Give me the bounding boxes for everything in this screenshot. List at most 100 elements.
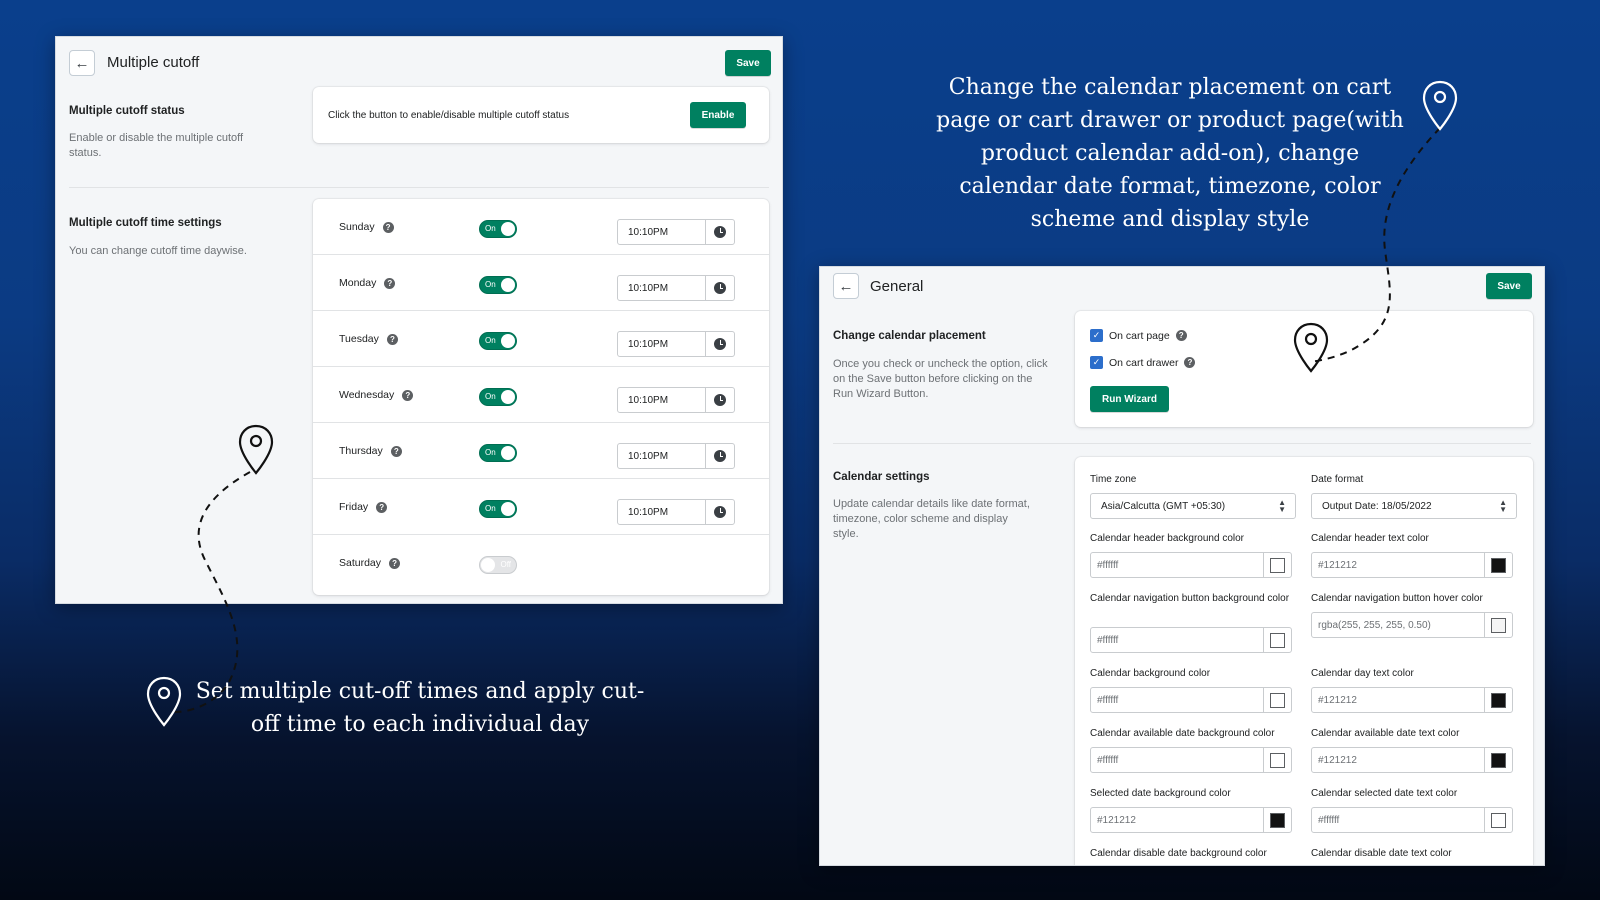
back-button[interactable]: ← xyxy=(833,273,859,299)
question-circle-icon[interactable]: ? xyxy=(390,445,402,457)
color-swatch[interactable] xyxy=(1270,558,1285,573)
color-value: #ffffff xyxy=(1318,815,1340,826)
date-format-select[interactable]: Output Date: 18/05/2022 ▲ ▼ xyxy=(1311,493,1517,519)
day-row-sunday: Sunday? On 10:10PM xyxy=(313,199,769,255)
question-circle-icon[interactable]: ? xyxy=(1184,357,1196,368)
color-field-label: Calendar selected date text color xyxy=(1311,788,1458,799)
clock-icon[interactable] xyxy=(714,282,726,294)
color-swatch[interactable] xyxy=(1270,753,1285,768)
color-swatch[interactable] xyxy=(1270,693,1285,708)
time-value: 10:10PM xyxy=(628,395,669,406)
time-input[interactable]: 10:10PM xyxy=(617,387,735,413)
placement-section-description: Once you check or uncheck the option, cl… xyxy=(833,358,1048,400)
timezone-select[interactable]: Asia/Calcutta (GMT +05:30) ▲ ▼ xyxy=(1090,493,1296,519)
toggle-knob xyxy=(501,222,515,236)
cart-drawer-option[interactable]: ✓ On cart drawer ? xyxy=(1090,356,1196,369)
color-input[interactable]: #ffffff xyxy=(1090,747,1292,773)
time-input[interactable]: 10:10PM xyxy=(617,443,735,469)
color-swatch[interactable] xyxy=(1491,753,1506,768)
color-value: rgba(255, 255, 255, 0.50) xyxy=(1318,620,1431,631)
color-input-separator xyxy=(1263,688,1264,712)
color-value: #121212 xyxy=(1097,815,1136,826)
day-toggle[interactable]: On xyxy=(479,500,517,518)
placement-section-title: Change calendar placement xyxy=(833,330,986,342)
save-button[interactable]: Save xyxy=(1486,273,1532,299)
question-circle-icon[interactable]: ? xyxy=(402,389,414,401)
time-separator xyxy=(705,332,706,356)
time-separator xyxy=(705,220,706,244)
color-value: #121212 xyxy=(1318,695,1357,706)
clock-icon[interactable] xyxy=(714,394,726,406)
day-label: Monday? xyxy=(339,277,396,289)
map-pin-icon xyxy=(238,424,274,475)
question-circle-icon[interactable]: ? xyxy=(1175,330,1187,341)
time-input[interactable]: 10:10PM xyxy=(617,499,735,525)
clock-icon[interactable] xyxy=(714,506,726,518)
color-swatch[interactable] xyxy=(1270,633,1285,648)
question-circle-icon[interactable]: ? xyxy=(386,333,398,345)
color-field-label: Selected date background color xyxy=(1090,788,1231,799)
question-circle-icon[interactable]: ? xyxy=(376,501,388,513)
question-circle-icon[interactable]: ? xyxy=(382,221,394,233)
day-label: Friday? xyxy=(339,501,388,513)
color-input[interactable]: #121212 xyxy=(1311,687,1513,713)
arrow-left-icon: ← xyxy=(838,277,854,295)
color-swatch[interactable] xyxy=(1491,693,1506,708)
time-separator xyxy=(705,444,706,468)
clock-icon[interactable] xyxy=(714,226,726,238)
color-input[interactable]: rgba(255, 255, 255, 0.50) xyxy=(1311,612,1513,638)
color-swatch[interactable] xyxy=(1491,813,1506,828)
calendar-settings-card: Time zone Asia/Calcutta (GMT +05:30) ▲ ▼ … xyxy=(1075,457,1533,865)
day-toggle[interactable]: On xyxy=(479,444,517,462)
toggle-knob xyxy=(481,558,495,572)
cart-page-option[interactable]: ✓ On cart page ? xyxy=(1090,329,1187,342)
color-input-separator xyxy=(1484,808,1485,832)
run-wizard-button[interactable]: Run Wizard xyxy=(1090,386,1169,412)
color-input[interactable]: #121212 xyxy=(1311,747,1513,773)
time-input[interactable]: 10:10PM xyxy=(617,275,735,301)
color-swatch[interactable] xyxy=(1270,813,1285,828)
color-input[interactable]: #121212 xyxy=(1090,807,1292,833)
select-value: Asia/Calcutta (GMT +05:30) xyxy=(1101,501,1226,512)
calendar-section-description: Update calendar details like date format… xyxy=(833,498,1030,540)
time-input[interactable]: 10:10PM xyxy=(617,219,735,245)
color-input[interactable]: #ffffff xyxy=(1090,687,1292,713)
color-input[interactable]: #ffffff xyxy=(1090,627,1292,653)
day-toggle[interactable]: Off xyxy=(479,556,517,574)
calendar-section-title: Calendar settings xyxy=(833,471,930,483)
checkbox-checked[interactable]: ✓ xyxy=(1090,356,1103,369)
day-name: Sunday xyxy=(339,221,375,233)
color-field-label: Calendar navigation button background co… xyxy=(1090,593,1290,604)
map-pin-icon xyxy=(146,676,182,727)
toggle-knob xyxy=(501,334,515,348)
day-toggle[interactable]: On xyxy=(479,388,517,406)
day-toggle[interactable]: On xyxy=(479,332,517,350)
day-label: Tuesday? xyxy=(339,333,398,345)
color-input-separator xyxy=(1263,628,1264,652)
color-swatch[interactable] xyxy=(1491,558,1506,573)
day-toggle[interactable]: On xyxy=(479,276,517,294)
question-circle-icon[interactable]: ? xyxy=(384,277,396,289)
back-button[interactable]: ← xyxy=(69,50,95,76)
save-button[interactable]: Save xyxy=(725,50,771,76)
color-swatch[interactable] xyxy=(1491,618,1506,633)
color-input-separator xyxy=(1263,553,1264,577)
day-label: Thursday? xyxy=(339,445,402,457)
clock-icon[interactable] xyxy=(714,338,726,350)
clock-icon[interactable] xyxy=(714,450,726,462)
page-title: Multiple cutoff xyxy=(107,54,200,71)
color-input[interactable]: #ffffff xyxy=(1090,552,1292,578)
question-circle-icon[interactable]: ? xyxy=(389,557,401,569)
toggle-text: On xyxy=(485,224,496,233)
page-title: General xyxy=(870,278,924,295)
enable-button[interactable]: Enable xyxy=(690,102,746,128)
color-field-label: Calendar day text color xyxy=(1311,668,1414,679)
color-field-label: Calendar disable date background color xyxy=(1090,848,1267,859)
day-settings-card: Sunday? On 10:10PM Monday? On 10:10PM Tu… xyxy=(313,199,769,595)
checkbox-checked[interactable]: ✓ xyxy=(1090,329,1103,342)
toggle-text: On xyxy=(485,448,496,457)
color-input[interactable]: #121212 xyxy=(1311,552,1513,578)
color-input[interactable]: #ffffff xyxy=(1311,807,1513,833)
time-input[interactable]: 10:10PM xyxy=(617,331,735,357)
day-toggle[interactable]: On xyxy=(479,220,517,238)
